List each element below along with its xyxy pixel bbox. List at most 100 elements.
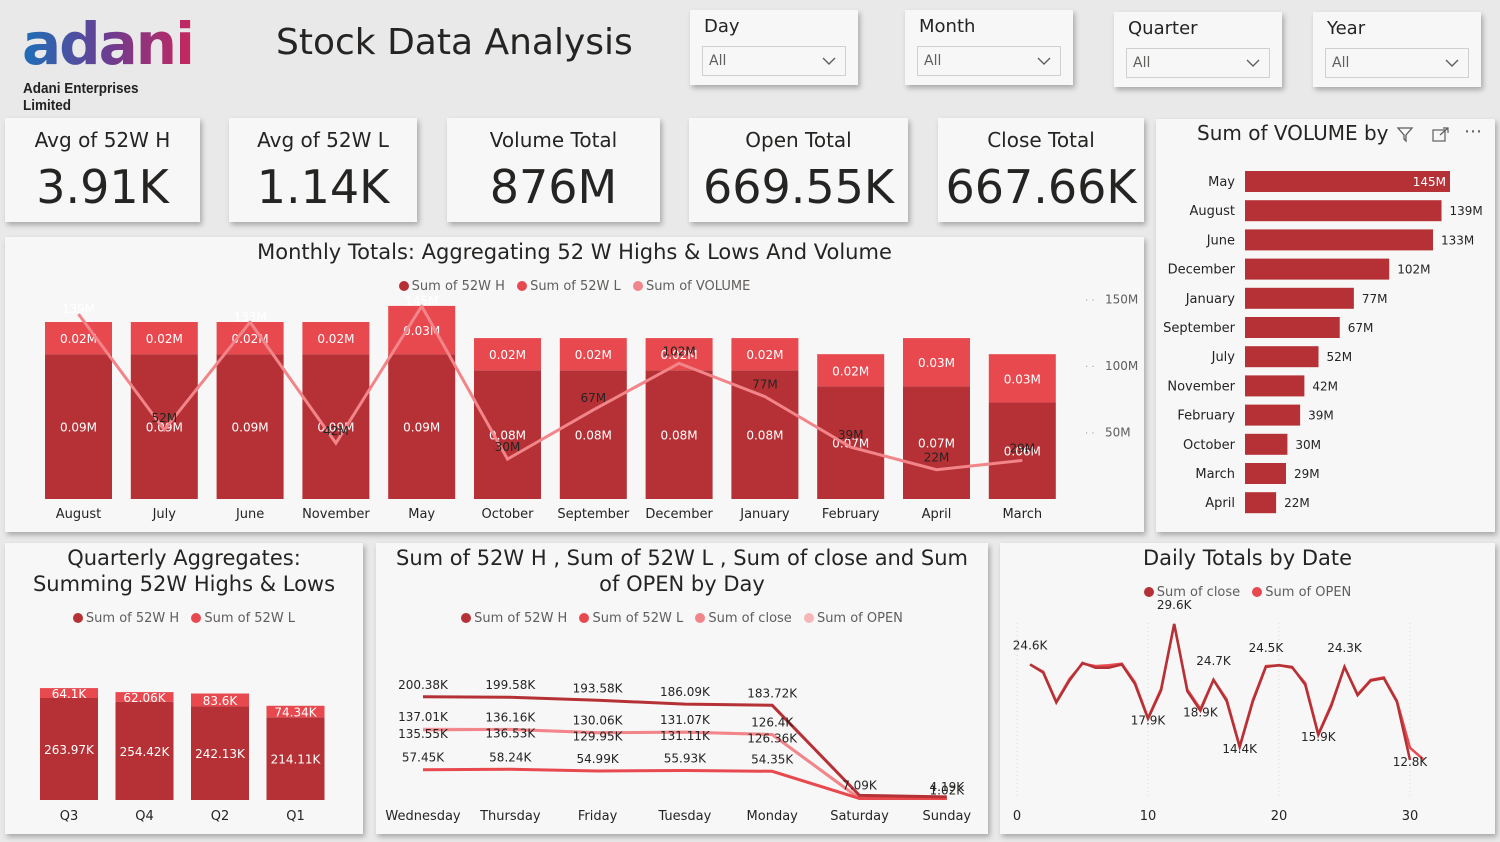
category-label: September [1163,321,1236,336]
value-label: 77M [1362,292,1388,306]
bar-label-52w-l: 0.03M [918,356,955,370]
y2-tick-label: 100M [1105,359,1138,373]
bar-label-q-h: 242.13K [195,747,246,761]
day-value-label: 136.16K [485,711,536,725]
bar-label-52w-h: 0.08M [746,429,783,443]
y2-tick-dots: · · [1085,362,1095,373]
slicer-dropdown[interactable]: All [702,46,846,76]
volume-by-month-card: Sum of VOLUME by ⋯ May 145M August 139M June… [1156,119,1495,532]
value-label: 145M [1413,175,1446,189]
bar-label-52w-l: 0.02M [746,348,783,362]
day-value-label: 58.24K [489,750,532,764]
category-label: January [1185,292,1236,307]
value-label: 29M [1294,467,1320,481]
logo-wordmark: adani [22,10,195,78]
bar-label-q-l: 74.34K [274,706,317,720]
daily-value-label: 24.3K [1327,641,1363,655]
bar-label-q-h: 263.97K [44,743,95,757]
hbar [1245,258,1390,280]
hbar [1245,200,1442,222]
bar-label-q-h: 254.42K [120,745,171,759]
volume-label: 67M [580,391,606,405]
bar-label-52w-l: 0.02M [317,332,354,346]
x-tick-label: Thursday [479,809,541,824]
day-value-label: 136.53K [485,726,536,740]
kpi-card: Close Total 667.66K [938,118,1144,222]
y2-tick-dots: · · [1085,296,1095,307]
value-label: 139M [1450,204,1483,218]
category-label: October [1183,438,1236,453]
page-title: Stock Data Analysis [276,22,633,63]
bar-label-52w-h: 0.09M [403,421,440,435]
category-label: April [1205,496,1235,511]
x-tick-label: 0 [1013,809,1021,824]
hbar [1245,287,1354,309]
volume-label: 39M [838,428,864,442]
kpi-label: Avg of 52W H [34,128,171,152]
volume-label: 102M [662,344,695,358]
daily-value-label: 24.7K [1196,654,1232,668]
hbar [1245,404,1301,426]
category-label: June [1206,233,1235,248]
x-tick-label: March [1002,507,1042,522]
volume-label: 139M [62,302,95,316]
daily-value-label: 24.5K [1249,641,1285,655]
day-value-label: 126.36K [747,732,798,746]
day-value-label: 131.07K [660,713,711,727]
bar-label-q-l: 83.6K [203,694,239,708]
value-label: 22M [1284,496,1310,510]
value-label: 30M [1295,438,1321,452]
daily-value-label: 29.6K [1157,598,1193,612]
x-tick-label: Wednesday [385,809,461,824]
day-value-label: 186.09K [660,685,711,699]
slicer-dropdown[interactable]: All [1325,48,1469,78]
kpi-value: 1.14K [256,160,390,214]
category-label: December [1168,263,1236,278]
kpi-label: Avg of 52W L [257,128,389,152]
by-day-chart: 200.38K 199.58K 193.58K 186.09K 183.72K 7.09K… [385,678,971,824]
bar-label-52w-l: 0.02M [832,364,869,378]
daily-card: Daily Totals by Date Sum of close Sum of… [1000,543,1495,834]
x-tick-label: August [56,507,102,522]
daily-value-label: 15.9K [1301,730,1337,744]
bar-label-52w-h: 0.08M [661,429,698,443]
chevron-down-icon [1036,53,1052,72]
daily-value-label: 24.6K [1013,638,1049,652]
hbar [1245,463,1286,484]
x-tick-label: September [557,507,630,522]
day-value-label: 193.58K [573,681,624,695]
value-label: 67M [1348,321,1374,335]
daily-value-label: 17.9K [1131,714,1167,728]
bar-label-q-l: 64.1K [52,687,88,701]
volume-label: 29M [1009,441,1035,455]
x-tick-label: Q3 [60,809,79,824]
slicer-value: All [709,53,727,69]
logo-subtitle: Adani Enterprises Limited [23,80,139,114]
quarterly-chart: 263.97K 64.1K Q3 254.42K 62.06K Q4 242.13K 83.6… [40,687,325,824]
day-value-label: 55.93K [664,751,707,765]
x-tick-label: Q2 [211,809,230,824]
x-tick-label: Sunday [922,809,971,824]
day-value-label: 200.38K [398,678,449,692]
by-day-card: Sum of 52W H , Sum of 52W L , Sum of clo… [376,543,988,834]
day-value-label: 57.45K [402,751,445,765]
volume-label: 52M [151,411,177,425]
day-value-label: 199.58K [485,678,536,692]
logo: adani Adani Enterprises Limited [22,10,195,114]
x-tick-label: Q4 [135,809,154,824]
bar-label-52w-l: 0.02M [575,348,612,362]
daily-value-label: 18.9K [1183,706,1219,720]
quarterly-card: Quarterly Aggregates: Summing 52W Highs … [5,543,363,834]
bar-label-52w-h: 0.09M [232,421,269,435]
day-value-label: 54.99K [576,752,619,766]
day-value-label: 135.55K [398,727,449,741]
slicer-dropdown[interactable]: All [1126,48,1270,78]
y2-tick-label: 50M [1105,426,1131,440]
x-tick-label: Tuesday [657,809,711,824]
bar-label-52w-l: 0.02M [60,332,97,346]
bar-label-52w-l: 0.02M [489,348,526,362]
hbar [1245,346,1319,368]
daily-line [1029,623,1424,761]
x-tick-label: Friday [578,809,618,824]
slicer-dropdown[interactable]: All [917,46,1061,76]
